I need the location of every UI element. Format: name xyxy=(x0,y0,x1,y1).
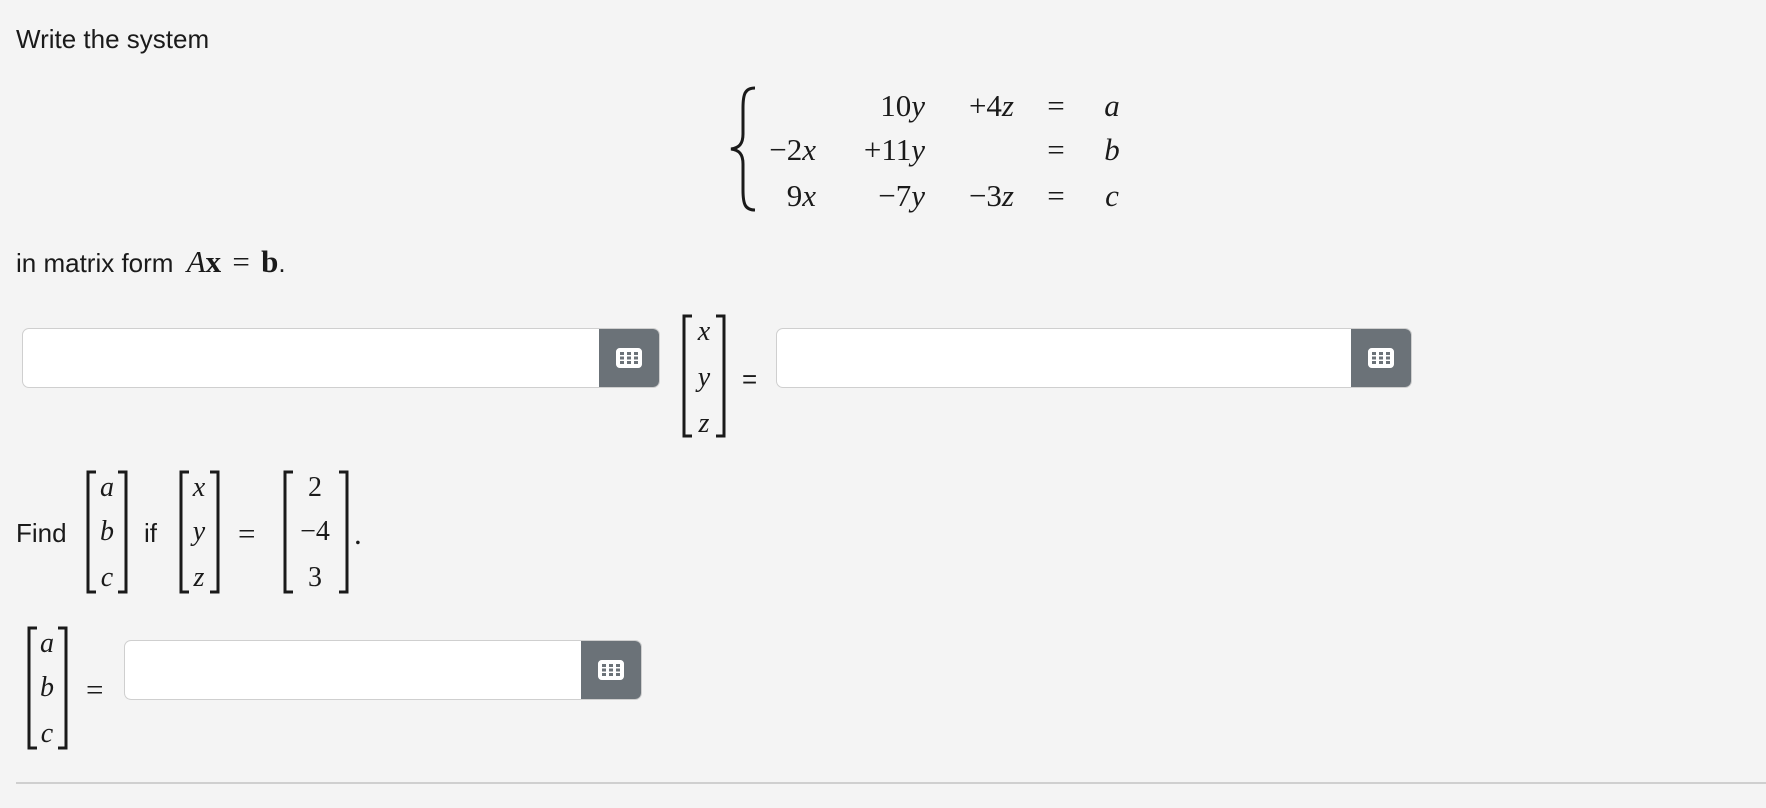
answer-abc-right-bracket xyxy=(58,626,68,750)
matrix-keypad-icon xyxy=(1368,348,1394,368)
given-values-right-bracket xyxy=(339,470,349,594)
system-row1-equals: = xyxy=(1047,88,1065,123)
xyz-vector-right-bracket xyxy=(716,314,726,438)
matrix-A-input-box xyxy=(22,328,660,388)
xyz-given-left-bracket xyxy=(179,470,189,594)
prompt-prefix-text: in matrix form xyxy=(16,248,174,278)
find-equals: = xyxy=(238,516,256,551)
abc-vector-right-bracket xyxy=(118,470,128,594)
given-value-2: −4 xyxy=(300,516,330,547)
system-row3-x-term: 9x xyxy=(786,178,816,213)
vector-b-input-box xyxy=(776,328,1412,388)
system-row2-rhs: b xyxy=(1104,132,1120,167)
matrix-A-keypad-button[interactable] xyxy=(599,329,659,387)
given-value-1: 2 xyxy=(308,472,322,503)
question-prompt-write-system: Write the system xyxy=(16,24,210,54)
matrix-keypad-icon xyxy=(598,660,624,680)
system-row3-z-term: −3z xyxy=(968,178,1014,213)
prompt-period: . xyxy=(278,248,286,278)
xyz-vector-entry-z: z xyxy=(698,408,710,439)
system-row1-y-term: 10y xyxy=(880,88,925,123)
answer-abc-left-bracket xyxy=(27,626,37,750)
xyz-given-entry-z: z xyxy=(193,562,205,593)
answer-input-box xyxy=(124,640,642,700)
system-row1-z-term: +4z xyxy=(968,88,1014,123)
xyz-given-right-bracket xyxy=(210,470,220,594)
xyz-given-entry-x: x xyxy=(192,472,206,503)
system-row3-rhs: c xyxy=(1105,178,1119,213)
system-row2-x-term: −2x xyxy=(769,132,816,167)
matrix-A-input[interactable] xyxy=(23,329,605,387)
answer-abc-entry-c: c xyxy=(40,718,54,749)
answer-equals: = xyxy=(86,672,104,707)
system-row2-y-term: +11y xyxy=(863,132,925,167)
section-divider xyxy=(16,782,1766,784)
matrix-equation-equals: = xyxy=(742,364,758,394)
question-prompt-matrix-form: in matrix form Ax = b. xyxy=(16,244,286,280)
system-row1-rhs: a xyxy=(1104,88,1120,123)
answer-abc-entry-b: b xyxy=(40,672,54,703)
answer-abc-entry-a: a xyxy=(40,628,54,659)
system-row3-equals: = xyxy=(1047,178,1065,213)
vector-b-keypad-button[interactable] xyxy=(1351,329,1411,387)
abc-vector-entry-c: c xyxy=(100,562,114,593)
system-row3-y-term: −7y xyxy=(878,178,925,213)
prompt-math-x: x xyxy=(205,244,222,279)
answer-keypad-button[interactable] xyxy=(581,641,641,699)
abc-vector-entry-a: a xyxy=(100,472,114,503)
find-period: . xyxy=(354,516,362,551)
vector-b-input[interactable] xyxy=(777,329,1357,387)
given-value-3: 3 xyxy=(308,562,322,593)
if-label: if xyxy=(144,518,157,548)
given-values-left-bracket xyxy=(283,470,293,594)
matrix-keypad-icon xyxy=(616,348,642,368)
prompt-math-A: A xyxy=(186,244,206,279)
xyz-vector-left-bracket xyxy=(682,314,692,438)
find-label: Find xyxy=(16,518,67,548)
abc-vector-entry-b: b xyxy=(100,516,114,547)
answer-input[interactable] xyxy=(125,641,587,699)
xyz-given-entry-y: y xyxy=(192,516,206,547)
abc-vector-left-bracket xyxy=(86,470,96,594)
prompt-math-b: b xyxy=(261,244,279,279)
system-row2-equals: = xyxy=(1047,132,1065,167)
xyz-vector-entry-y: y xyxy=(697,362,711,393)
xyz-vector-entry-x: x xyxy=(697,316,711,347)
prompt-math-equals: = xyxy=(232,244,250,279)
